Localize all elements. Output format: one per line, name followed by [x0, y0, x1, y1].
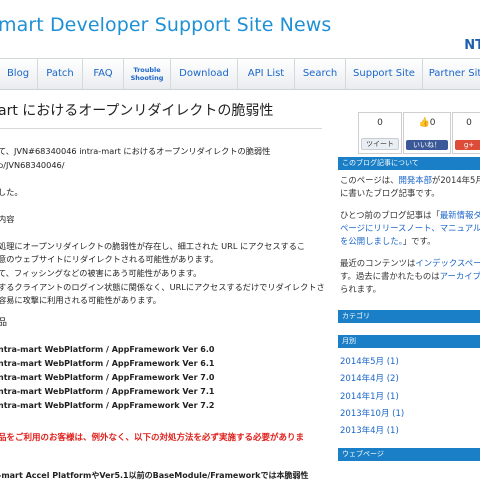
- brand-logo[interactable]: NT: [464, 38, 480, 53]
- nav-trouble-shooting[interactable]: Trouble Shooting: [123, 59, 170, 89]
- like-count: 👍0: [404, 118, 450, 128]
- sidebar-category-heading: カテゴリ: [338, 310, 480, 323]
- recent-text: す。過去に書かれたものは: [340, 271, 440, 281]
- about-text: このページは、: [340, 175, 399, 185]
- like-widget[interactable]: 👍0 いいね！: [403, 112, 451, 154]
- nav-download[interactable]: Download: [170, 59, 237, 89]
- about-line: このページは、開発本部が2014年5月: [340, 174, 480, 187]
- archive-month-link[interactable]: 2013年10月 (1): [340, 407, 404, 419]
- article-line: 意のウェブサイトにリダイレクトされる可能性があります。: [0, 254, 219, 264]
- nav-trouble-shooting-label: Trouble Shooting: [130, 66, 164, 82]
- main-nav: Blog Patch FAQ Trouble Shooting Download…: [0, 58, 480, 90]
- article-line: 処理にオープンリダイレクトの脆弱性が存在し、細工された URL にアクセスするこ: [0, 241, 306, 251]
- prev-post-link[interactable]: 最新情報ダ: [440, 210, 480, 220]
- sidebar-webpages-heading: ウェブページ: [338, 448, 480, 461]
- tweet-button[interactable]: ツイート: [361, 138, 399, 150]
- product-item: ntra-mart WebPlatform / AppFramework Ver…: [0, 373, 215, 382]
- article-line: て、フィッシングなどの被害にあう可能性があります。: [0, 268, 202, 278]
- section-heading: 内容: [0, 214, 15, 224]
- recent-line: す。過去に書かれたものはアーカイブ: [340, 270, 480, 283]
- prev-post-link[interactable]: ページにリリースノート、マニュアル系: [340, 222, 480, 235]
- article-line: 容易に攻撃に利用される可能性があります。: [0, 295, 161, 305]
- prev-post-line: ひとつ前のブログ記事は「最新情報ダ: [340, 209, 480, 222]
- nav-search[interactable]: Search: [294, 59, 345, 89]
- recent-line: 最近のコンテンツはインデックスペー: [340, 257, 480, 270]
- prev-post-link[interactable]: を公開しました。: [340, 236, 403, 246]
- recent-text: 最近のコンテンツは: [340, 258, 416, 268]
- article-line: するクライアントのログイン状態に関係なく、URLにアクセスするだけでリダイレクト…: [0, 282, 325, 292]
- recent-line: られます。: [340, 284, 382, 294]
- article-line: て、JVN#68340046 intra-mart におけるオープンリダイレクト…: [0, 146, 271, 156]
- site-header: mart Developer Support Site News NT: [0, 0, 480, 58]
- nav-faq[interactable]: FAQ: [82, 59, 123, 89]
- warning-text: 品をご利用のお客様は、例外なく、以下の対処方法を必ず実施する必要がありま: [0, 433, 305, 443]
- nav-patch[interactable]: Patch: [37, 59, 82, 89]
- about-line: に書いたブログ記事です。: [340, 188, 440, 198]
- nav-partner-site[interactable]: Partner Sit: [422, 59, 480, 89]
- section-heading: 品: [0, 318, 8, 328]
- index-page-link[interactable]: インデックスペー: [415, 258, 480, 268]
- title-divider: [0, 128, 322, 129]
- article-title: art におけるオープンリダイレクトの脆弱性: [0, 103, 274, 119]
- like-count-value: 0: [429, 118, 436, 128]
- article-line: した。: [0, 187, 23, 197]
- archive-month-link[interactable]: 2014年5月 (1): [340, 355, 399, 367]
- google-plus-icon[interactable]: g+: [455, 140, 480, 150]
- product-item: ntra-mart WebPlatform / AppFramework Ver…: [0, 387, 215, 396]
- prev-text: 」です。: [402, 236, 436, 246]
- nav-support-site[interactable]: Support Site: [345, 59, 422, 89]
- sidebar-about-heading: このブログ記事について: [338, 157, 480, 170]
- author-link[interactable]: 開発本部: [398, 175, 432, 185]
- product-item: ntra-mart WebPlatform / AppFramework Ver…: [0, 401, 215, 410]
- nav-blog[interactable]: Blog: [0, 59, 37, 89]
- plus-count: 0: [466, 118, 472, 128]
- plus-widget[interactable]: 0 g+: [452, 112, 480, 154]
- sidebar-monthly-heading: 月別: [338, 335, 480, 348]
- prev-post-line: を公開しました。」です。: [340, 235, 435, 248]
- about-text: が2014年5月: [431, 175, 480, 185]
- archive-link[interactable]: アーカイブ: [440, 271, 480, 281]
- nav-api-list[interactable]: API List: [237, 59, 294, 89]
- product-item: ntra-mart WebPlatform / AppFramework Ver…: [0, 345, 215, 354]
- article-line: -mart Accel PlatformやVer5.1以前のBaseModule…: [0, 471, 309, 480]
- tweet-count: 0: [377, 118, 383, 128]
- article-link[interactable]: p/JVN68340046/: [0, 159, 65, 171]
- prev-text: ひとつ前のブログ記事は「: [340, 210, 440, 220]
- thumbs-up-icon: 👍: [418, 118, 430, 128]
- archive-month-link[interactable]: 2013年4月 (1): [340, 424, 399, 436]
- site-title[interactable]: mart Developer Support Site News: [0, 14, 331, 36]
- archive-month-link[interactable]: 2014年1月 (1): [340, 390, 399, 402]
- archive-month-link[interactable]: 2014年4月 (2): [340, 372, 399, 384]
- like-button[interactable]: いいね！: [406, 140, 448, 150]
- product-item: ntra-mart WebPlatform / AppFramework Ver…: [0, 359, 215, 368]
- tweet-widget[interactable]: 0 ツイート: [358, 112, 402, 154]
